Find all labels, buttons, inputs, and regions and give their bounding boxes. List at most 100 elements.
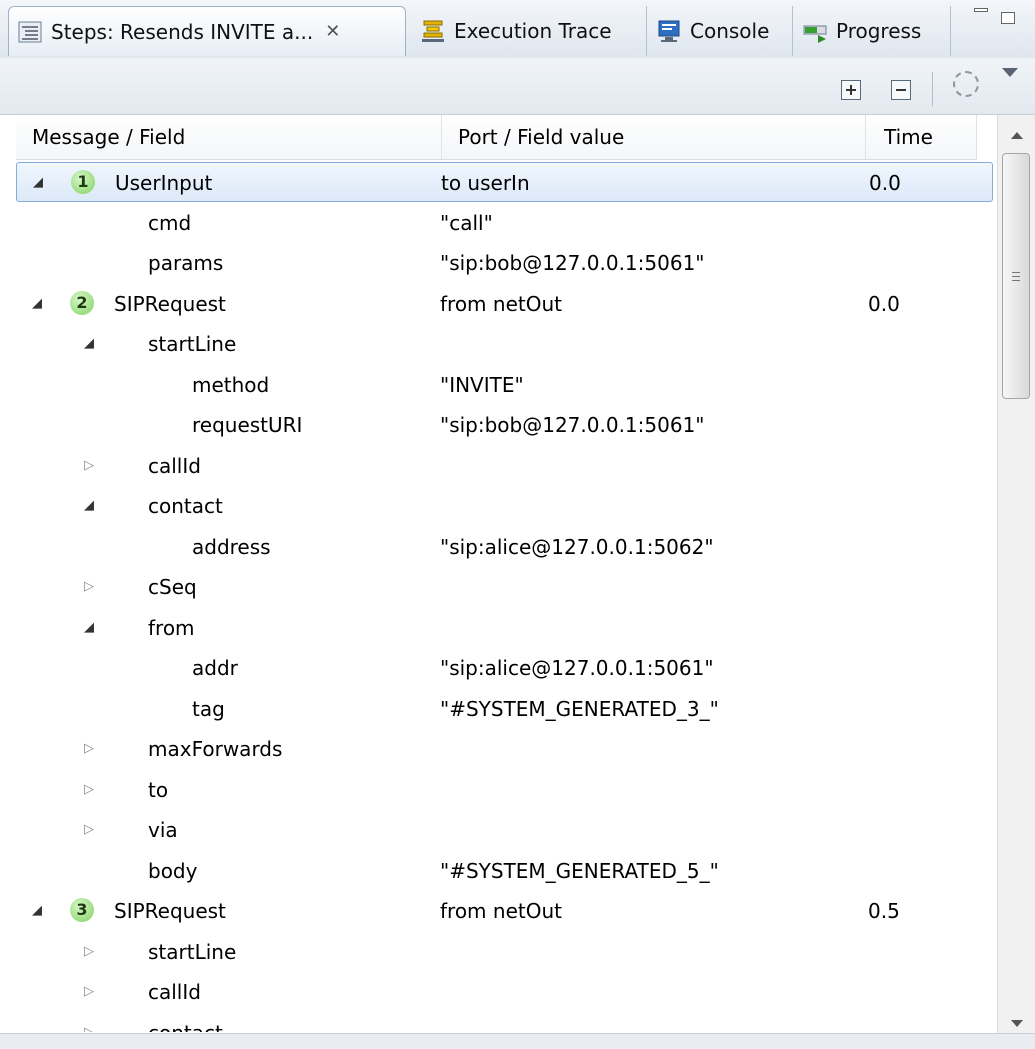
field-value: to userIn bbox=[441, 171, 530, 195]
field-name: body bbox=[148, 858, 198, 883]
step-number-badge: 1 bbox=[71, 170, 95, 194]
field-value: "#SYSTEM_GENERATED_3_" bbox=[440, 696, 719, 721]
field-name: callId bbox=[148, 453, 201, 478]
vertical-scrollbar[interactable] bbox=[997, 115, 1035, 1033]
expand-icon[interactable]: ▷ bbox=[84, 972, 94, 1012]
collapse-icon[interactable]: ◢ bbox=[84, 608, 94, 648]
scroll-up-icon[interactable] bbox=[1011, 132, 1023, 139]
field-name: tag bbox=[192, 696, 225, 721]
field-row[interactable]: ▷ via bbox=[16, 810, 993, 850]
expand-icon[interactable]: ▷ bbox=[84, 810, 94, 850]
field-value: from netOut bbox=[440, 899, 562, 923]
expand-icon[interactable]: ▷ bbox=[84, 932, 94, 972]
field-name: contact bbox=[148, 1013, 223, 1033]
field-row[interactable]: cmd "call" bbox=[16, 203, 993, 243]
field-name: startLine bbox=[148, 939, 237, 964]
scrollbar-thumb[interactable] bbox=[1002, 153, 1030, 399]
field-row[interactable]: params "sip:bob@127.0.0.1:5061" bbox=[16, 243, 993, 283]
tab-console-label: Console bbox=[690, 19, 770, 43]
tab-progress-label: Progress bbox=[836, 19, 922, 43]
table-header: Message / Field Port / Field value Time bbox=[16, 115, 977, 160]
tab-progress[interactable]: Progress bbox=[794, 6, 951, 56]
field-name: cmd bbox=[148, 210, 192, 235]
field-row[interactable]: ▷ contact bbox=[16, 1013, 993, 1033]
tab-steps-label: Steps: Resends INVITE a... bbox=[51, 19, 314, 44]
expand-all-icon[interactable] bbox=[841, 80, 861, 100]
field-name: contact bbox=[148, 494, 223, 518]
field-row[interactable]: body "#SYSTEM_GENERATED_5_" bbox=[16, 851, 993, 891]
collapse-icon[interactable]: ◢ bbox=[32, 891, 42, 931]
execution-trace-icon bbox=[422, 20, 444, 42]
field-value: "call" bbox=[440, 210, 493, 235]
view-menu-icon[interactable] bbox=[1002, 68, 1018, 77]
collapse-icon[interactable]: ◢ bbox=[84, 324, 94, 364]
time-value: 0.5 bbox=[868, 899, 900, 923]
field-row[interactable]: ▷ cSeq bbox=[16, 567, 993, 607]
scroll-down-icon[interactable] bbox=[1011, 1020, 1023, 1027]
field-value: "INVITE" bbox=[440, 372, 524, 397]
expand-icon[interactable]: ▷ bbox=[84, 446, 94, 486]
tab-steps[interactable]: Steps: Resends INVITE a... ✕ bbox=[8, 6, 406, 56]
column-header-message[interactable]: Message / Field bbox=[16, 115, 442, 159]
console-icon bbox=[658, 20, 680, 42]
tab-execution-trace[interactable]: Execution Trace bbox=[412, 6, 647, 56]
field-name: from bbox=[148, 615, 195, 640]
field-row[interactable]: ◢ contact bbox=[16, 486, 993, 526]
message-row[interactable]: ◢ 2 SIPRequest from netOut 0.0 bbox=[16, 284, 993, 324]
field-row[interactable]: ▷ maxForwards bbox=[16, 729, 993, 769]
step-number-badge: 2 bbox=[70, 290, 94, 315]
field-name: via bbox=[148, 818, 178, 842]
field-value: "sip:bob@127.0.0.1:5061" bbox=[440, 251, 705, 275]
field-name: address bbox=[192, 534, 271, 559]
expand-icon[interactable]: ▷ bbox=[84, 1013, 94, 1033]
field-name: to bbox=[148, 777, 169, 802]
message-row[interactable]: ◢ 1 UserInput to userIn 0.0 bbox=[16, 162, 993, 202]
field-row[interactable]: ▷ callId bbox=[16, 972, 993, 1012]
expand-icon[interactable]: ▷ bbox=[84, 567, 94, 607]
collapse-icon[interactable]: ◢ bbox=[84, 486, 94, 526]
time-value: 0.0 bbox=[868, 291, 900, 316]
steps-tree-table[interactable]: ◢ 1 UserInput to userIn 0.0 cmd "call" params "s… bbox=[16, 162, 997, 1032]
field-name: cSeq bbox=[148, 575, 197, 599]
field-row[interactable]: method "INVITE" bbox=[16, 365, 993, 405]
view-tab-bar: Steps: Resends INVITE a... ✕ Execution T… bbox=[0, 0, 1035, 59]
field-name: SIPRequest bbox=[114, 291, 226, 316]
message-row[interactable]: ◢ 3 SIPRequest from netOut 0.5 bbox=[16, 891, 993, 931]
expand-icon[interactable]: ▷ bbox=[84, 770, 94, 810]
field-row[interactable]: ▷ callId bbox=[16, 446, 993, 486]
maximize-icon[interactable] bbox=[1001, 12, 1015, 24]
field-value: "sip:alice@127.0.0.1:5061" bbox=[440, 656, 714, 680]
field-name: requestURI bbox=[192, 413, 303, 437]
busy-indicator-icon bbox=[953, 71, 979, 97]
field-value: "#SYSTEM_GENERATED_5_" bbox=[440, 858, 719, 883]
view-bottom-border bbox=[0, 1033, 1035, 1049]
field-row[interactable]: addr "sip:alice@127.0.0.1:5061" bbox=[16, 648, 993, 688]
field-name: SIPRequest bbox=[114, 899, 226, 923]
field-row[interactable]: ◢ startLine bbox=[16, 324, 993, 364]
field-name: callId bbox=[148, 980, 201, 1004]
field-row[interactable]: ▷ startLine bbox=[16, 932, 993, 972]
field-name: params bbox=[148, 251, 224, 275]
column-header-time[interactable]: Time bbox=[866, 115, 977, 159]
field-row[interactable]: address "sip:alice@127.0.0.1:5062" bbox=[16, 527, 993, 567]
field-name: UserInput bbox=[115, 171, 213, 195]
collapse-all-icon[interactable] bbox=[891, 80, 911, 100]
field-value: "sip:bob@127.0.0.1:5061" bbox=[440, 413, 705, 437]
close-icon[interactable]: ✕ bbox=[325, 21, 340, 42]
column-header-port[interactable]: Port / Field value bbox=[442, 115, 866, 159]
tab-console[interactable]: Console bbox=[648, 6, 793, 56]
field-row[interactable]: ▷ to bbox=[16, 770, 993, 810]
view-toolbar bbox=[0, 58, 1035, 115]
field-name: maxForwards bbox=[148, 737, 283, 761]
field-name: addr bbox=[192, 656, 238, 680]
expand-icon[interactable]: ▷ bbox=[84, 729, 94, 769]
toolbar-separator bbox=[932, 72, 933, 106]
field-row[interactable]: ◢ from bbox=[16, 608, 993, 648]
collapse-icon[interactable]: ◢ bbox=[32, 284, 42, 324]
field-row[interactable]: tag "#SYSTEM_GENERATED_3_" bbox=[16, 689, 993, 729]
field-row[interactable]: requestURI "sip:bob@127.0.0.1:5061" bbox=[16, 405, 993, 445]
steps-icon bbox=[18, 21, 42, 42]
step-number-badge: 3 bbox=[70, 898, 94, 922]
minimize-icon[interactable] bbox=[974, 8, 988, 12]
collapse-icon[interactable]: ◢ bbox=[33, 163, 43, 203]
